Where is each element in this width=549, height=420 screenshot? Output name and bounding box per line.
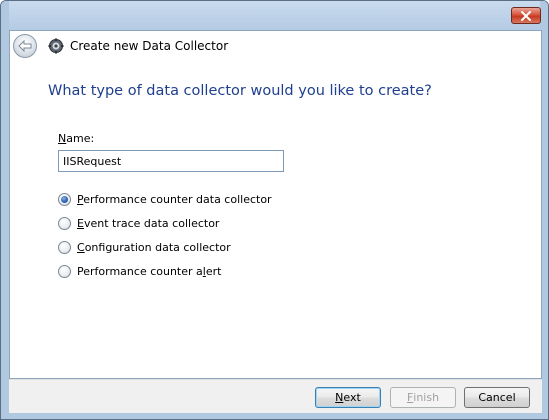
label-text-before: Performance counter a (77, 264, 203, 278)
cancel-button[interactable]: Cancel (464, 387, 530, 408)
radio-selected-dot (61, 195, 68, 203)
button-label: inish (413, 391, 440, 404)
radio-button[interactable] (58, 240, 71, 254)
close-button[interactable] (511, 7, 541, 24)
label-text: onfiguration data collector (84, 240, 231, 254)
access-key: N (335, 391, 344, 404)
radio-label: Configuration data collector (77, 241, 231, 254)
close-icon (521, 10, 531, 21)
name-label-access-key: N (58, 132, 67, 145)
radio-performance-counter-data-collector[interactable]: Performance counter data collector (58, 191, 272, 207)
dialog-content: Create new Data Collector What type of d… (9, 30, 542, 379)
wizard-header: Create new Data Collector (10, 31, 541, 61)
radio-event-trace-data-collector[interactable]: Event trace data collector (58, 215, 219, 231)
radio-configuration-data-collector[interactable]: Configuration data collector (58, 239, 231, 255)
back-button[interactable] (13, 34, 37, 58)
label-text: erformance counter data collector (83, 192, 272, 206)
next-button[interactable]: Next (315, 387, 381, 408)
label-text: vent trace data collector (83, 216, 220, 230)
window-frame-left (1, 1, 9, 419)
button-label: ext (343, 391, 361, 404)
radio-button[interactable] (58, 264, 71, 278)
wizard-footer: Next Finish Cancel (9, 379, 542, 413)
name-label-text: ame: (66, 132, 95, 145)
radio-label: Performance counter alert (77, 265, 221, 278)
data-collector-gear-icon (48, 38, 64, 54)
radio-label: Event trace data collector (77, 217, 219, 230)
access-key: C (77, 240, 85, 254)
radio-button[interactable] (58, 216, 71, 230)
radio-label: Performance counter data collector (77, 193, 272, 206)
dialog-window: Create new Data Collector What type of d… (0, 0, 549, 420)
finish-button[interactable]: Finish (390, 387, 456, 408)
wizard-question: What type of data collector would you li… (48, 83, 432, 99)
radio-performance-counter-alert[interactable]: Performance counter alert (58, 263, 221, 279)
dialog-title: Create new Data Collector (70, 39, 229, 53)
access-key: E (77, 216, 84, 230)
name-label: Name: (58, 132, 94, 145)
name-input[interactable] (58, 150, 284, 172)
back-arrow-icon (18, 40, 32, 52)
label-text: ert (205, 264, 222, 278)
radio-button[interactable] (58, 192, 71, 206)
